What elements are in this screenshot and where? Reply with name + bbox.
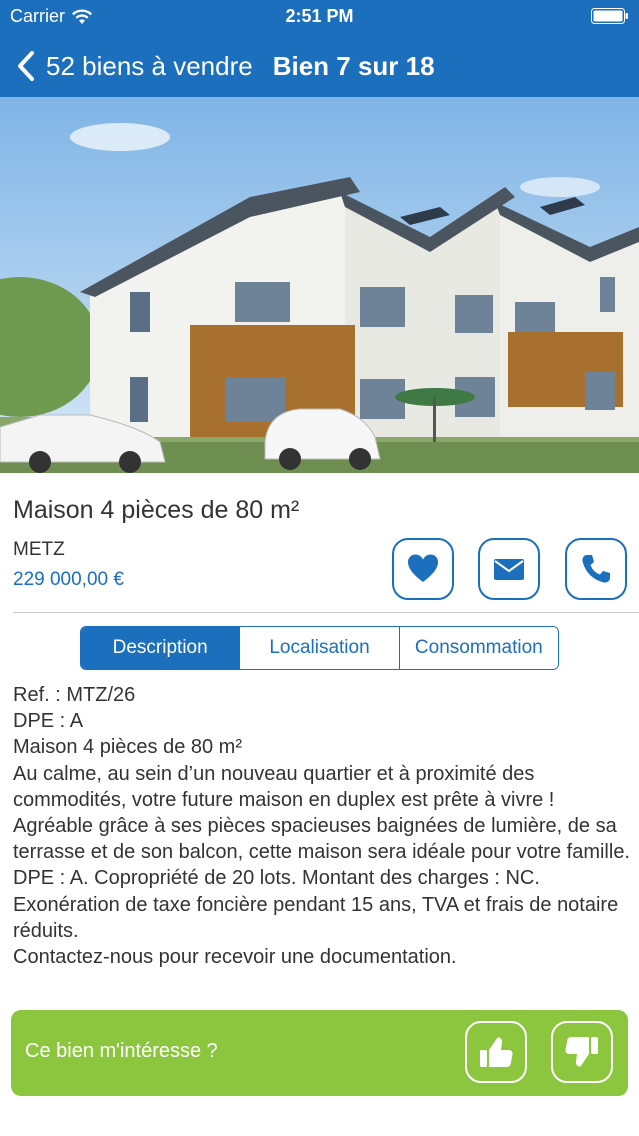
back-button-label: 52 biens à vendre: [46, 50, 253, 81]
call-button[interactable]: [565, 538, 627, 600]
back-button[interactable]: 52 biens à vendre Bien 7 sur 18: [16, 46, 435, 86]
description-text: Ref. : MTZ/26 DPE : A Maison 4 pièces de…: [13, 682, 633, 970]
listing-title: Maison 4 pièces de 80 m²: [13, 496, 300, 524]
thumbs-down-icon: [565, 1037, 598, 1067]
thumbs-up-icon: [480, 1037, 513, 1067]
mail-icon: [494, 559, 524, 580]
interest-bar: Ce bien m'intéresse ?: [11, 1010, 628, 1096]
description-line: Contactez-nous pour recevoir une documen…: [13, 946, 457, 969]
house-illustration: [0, 97, 639, 473]
status-bar: Carrier 2:51 PM: [0, 0, 639, 34]
tab-bar: Description Localisation Consommation: [80, 626, 559, 670]
divider: [13, 612, 639, 613]
status-time: 2:51 PM: [285, 6, 354, 26]
description-line: Au calme, au sein d’un nouveau quartier …: [13, 762, 630, 864]
battery-icon: [591, 8, 628, 24]
email-button[interactable]: [478, 538, 540, 600]
chevron-left-icon: [18, 51, 34, 81]
phone-icon: [582, 555, 610, 583]
interest-label: Ce bien m'intéresse ?: [25, 1040, 218, 1062]
description-line: DPE : A. Copropriété de 20 lots. Montant…: [13, 867, 540, 890]
listing-price: 229 000,00 €: [13, 569, 124, 590]
interested-button[interactable]: [465, 1021, 527, 1083]
property-photo[interactable]: [0, 97, 639, 473]
tab-description[interactable]: Description: [81, 627, 241, 669]
description-line: Maison 4 pièces de 80 m²: [13, 736, 243, 759]
description-line: Ref. : MTZ/26: [13, 684, 136, 706]
navigation-header: Carrier 2:51 PM 52 biens à vendre Bien 7…: [0, 0, 639, 97]
not-interested-button[interactable]: [551, 1021, 613, 1083]
tab-consommation[interactable]: Consommation: [399, 627, 558, 669]
listing-city: METZ: [13, 539, 65, 560]
favorite-button[interactable]: [392, 538, 454, 600]
page-title: Bien 7 sur 18: [272, 50, 435, 81]
description-line: Exonération de taxe foncière pendant 15 …: [13, 893, 619, 942]
tab-localisation[interactable]: Localisation: [240, 627, 400, 669]
description-line: DPE : A: [13, 710, 84, 733]
heart-icon: [408, 554, 438, 582]
